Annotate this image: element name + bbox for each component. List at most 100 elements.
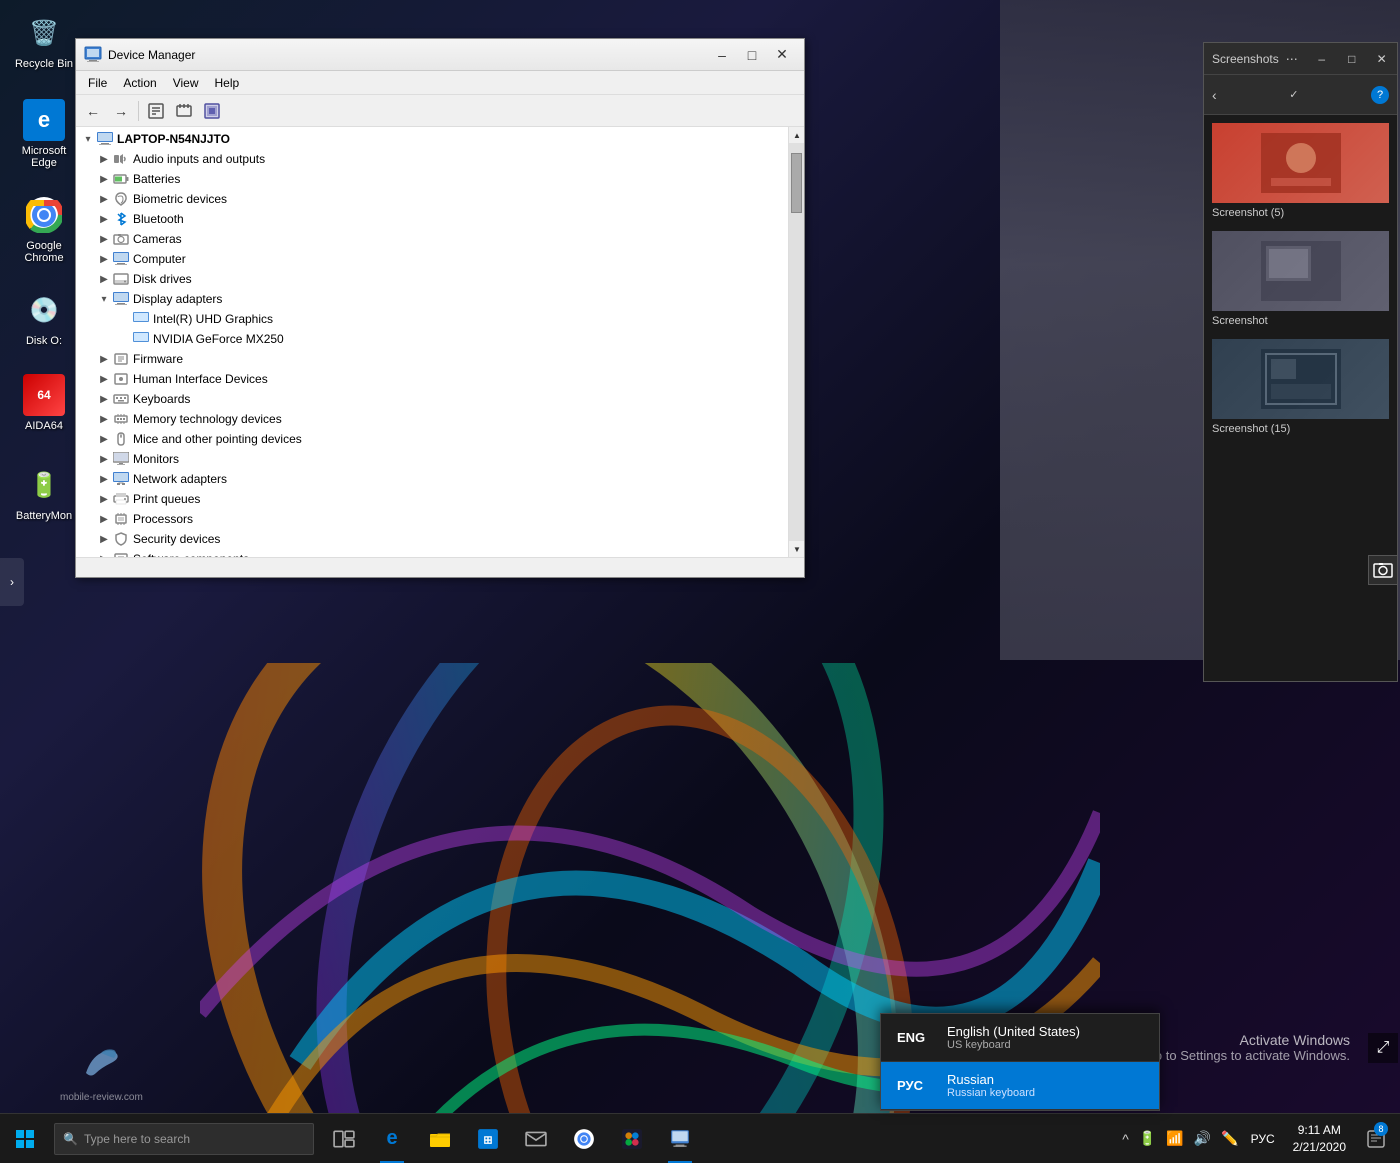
tree-item-biometric[interactable]: ▶ Biometric devices: [76, 189, 788, 209]
store-button[interactable]: ⊞: [466, 1114, 510, 1163]
security-expander[interactable]: ▶: [96, 531, 112, 547]
tree-item-display[interactable]: ▾ Display adapters: [76, 289, 788, 309]
scroll-up-arrow[interactable]: ▲: [789, 127, 804, 143]
desktop-icon-recycle-bin[interactable]: 🗑️ Recycle Bin: [8, 8, 80, 74]
volume-tray-icon[interactable]: 🔊: [1192, 1130, 1213, 1147]
tree-item-software-components[interactable]: ▶ Software components: [76, 549, 788, 557]
batteries-expander[interactable]: ▶: [96, 171, 112, 187]
tree-item-monitors[interactable]: ▶ Monitors: [76, 449, 788, 469]
taskbar-search-bar[interactable]: 🔍 Type here to search: [54, 1123, 314, 1155]
menu-action[interactable]: Action: [115, 74, 164, 92]
minimize-button[interactable]: –: [708, 43, 736, 67]
wifi-tray-icon[interactable]: 📶: [1164, 1130, 1185, 1147]
tree-item-cameras[interactable]: ▶ Cameras: [76, 229, 788, 249]
lang-item-english[interactable]: ENG English (United States) US keyboard: [881, 1014, 1159, 1062]
tree-item-processors[interactable]: ▶ Processors: [76, 509, 788, 529]
photos-taskbar-button[interactable]: [610, 1114, 654, 1163]
forward-button[interactable]: →: [108, 98, 134, 124]
mice-expander[interactable]: ▶: [96, 431, 112, 447]
desktop-icon-edge[interactable]: e Microsoft Edge: [8, 95, 80, 173]
maximize-button[interactable]: □: [738, 43, 766, 67]
properties-button[interactable]: [143, 98, 169, 124]
sidebar-expand-button[interactable]: ›: [0, 558, 24, 606]
menu-view[interactable]: View: [165, 74, 207, 92]
scroll-down-arrow[interactable]: ▼: [789, 541, 804, 557]
photos-help-icon[interactable]: ?: [1371, 86, 1389, 104]
monitors-expander[interactable]: ▶: [96, 451, 112, 467]
chrome-taskbar-button[interactable]: [562, 1114, 606, 1163]
tree-item-print[interactable]: ▶ Print queues: [76, 489, 788, 509]
tree-item-hid[interactable]: ▶ Human Interface Devices: [76, 369, 788, 389]
photos-nav-back[interactable]: ‹: [1212, 87, 1217, 103]
tree-item-keyboards[interactable]: ▶ Keyboards: [76, 389, 788, 409]
menu-help[interactable]: Help: [207, 74, 248, 92]
tree-item-audio[interactable]: ▶ Audio inputs and outputs: [76, 149, 788, 169]
update-driver-button[interactable]: [171, 98, 197, 124]
desktop-icon-batterymon[interactable]: 🔋 BatteryMon: [8, 460, 80, 526]
taskview-button[interactable]: [322, 1114, 366, 1163]
keyboards-expander[interactable]: ▶: [96, 391, 112, 407]
language-popup[interactable]: ENG English (United States) US keyboard …: [880, 1013, 1160, 1111]
pen-tray-icon[interactable]: ✏️: [1219, 1130, 1240, 1147]
firmware-label: Firmware: [133, 352, 183, 366]
hid-expander[interactable]: ▶: [96, 371, 112, 387]
memory-expander[interactable]: ▶: [96, 411, 112, 427]
battery-tray-icon[interactable]: 🔋: [1137, 1130, 1158, 1147]
expand-photos-button[interactable]: ⤢: [1368, 1033, 1398, 1063]
tree-item-intel-gpu[interactable]: Intel(R) UHD Graphics: [76, 309, 788, 329]
systray-chevron[interactable]: ^: [1120, 1131, 1131, 1147]
device-tree[interactable]: ▾ LAPTOP-N54NJJTO ▶: [76, 127, 788, 557]
language-indicator[interactable]: РУС: [1247, 1132, 1279, 1146]
tree-item-computer[interactable]: ▶ Computer: [76, 249, 788, 269]
processors-expander[interactable]: ▶: [96, 511, 112, 527]
network-expander[interactable]: ▶: [96, 471, 112, 487]
file-explorer-button[interactable]: [418, 1114, 462, 1163]
screenshot-button[interactable]: [1368, 555, 1398, 585]
start-button[interactable]: [0, 1114, 50, 1163]
disk-expander[interactable]: ▶: [96, 271, 112, 287]
scan-button[interactable]: [199, 98, 225, 124]
tree-item-network[interactable]: ▶ Network adapters: [76, 469, 788, 489]
computer-expander[interactable]: ▶: [96, 251, 112, 267]
photos-minimize-button[interactable]: –: [1309, 47, 1335, 71]
mail-button[interactable]: [514, 1114, 558, 1163]
audio-expander[interactable]: ▶: [96, 151, 112, 167]
screenshot-5-thumb[interactable]: [1212, 123, 1389, 203]
screenshot-15-thumb[interactable]: [1212, 339, 1389, 419]
notification-center-button[interactable]: 8: [1360, 1114, 1392, 1163]
display-expander[interactable]: ▾: [96, 291, 112, 307]
close-button[interactable]: ✕: [768, 43, 796, 67]
tree-item-security[interactable]: ▶ Security devices: [76, 529, 788, 549]
photos-more-button[interactable]: ⋯: [1279, 47, 1305, 71]
scrollbar-track[interactable]: [789, 143, 804, 541]
back-button[interactable]: ←: [80, 98, 106, 124]
photos-maximize-button[interactable]: □: [1339, 47, 1365, 71]
tree-item-disk[interactable]: ▶ Disk drives: [76, 269, 788, 289]
edge-taskbar-button[interactable]: e: [370, 1114, 414, 1163]
tree-item-mice[interactable]: ▶ Mice and other pointing devices: [76, 429, 788, 449]
tree-item-bluetooth[interactable]: ▶ Bluetooth: [76, 209, 788, 229]
scrollbar-thumb[interactable]: [791, 153, 802, 213]
print-expander[interactable]: ▶: [96, 491, 112, 507]
lang-item-russian[interactable]: РУС Russian Russian keyboard: [881, 1062, 1159, 1110]
desktop-icon-aida64[interactable]: 64 AIDA64: [8, 370, 80, 436]
biometric-expander[interactable]: ▶: [96, 191, 112, 207]
desktop-icon-chrome[interactable]: Google Chrome: [8, 190, 80, 268]
firmware-expander[interactable]: ▶: [96, 351, 112, 367]
screenshot-thumb[interactable]: [1212, 231, 1389, 311]
cameras-expander[interactable]: ▶: [96, 231, 112, 247]
tree-item-memory-tech[interactable]: ▶: [76, 409, 788, 429]
bluetooth-expander[interactable]: ▶: [96, 211, 112, 227]
taskbar-clock[interactable]: 9:11 AM 2/21/2020: [1285, 1122, 1354, 1156]
root-expander[interactable]: ▾: [80, 131, 96, 147]
tree-scrollbar[interactable]: ▲ ▼: [788, 127, 804, 557]
menu-file[interactable]: File: [80, 74, 115, 92]
expand-icon: ⤢: [1377, 1039, 1390, 1057]
tree-item-firmware[interactable]: ▶ Firmware: [76, 349, 788, 369]
photos-close-button[interactable]: ✕: [1369, 47, 1395, 71]
tree-item-nvidia[interactable]: NVIDIA GeForce MX250: [76, 329, 788, 349]
device-manager-taskbar-button[interactable]: [658, 1114, 702, 1163]
tree-item-batteries[interactable]: ▶ Batteries: [76, 169, 788, 189]
tree-root[interactable]: ▾ LAPTOP-N54NJJTO: [76, 129, 788, 149]
desktop-icon-disk[interactable]: 💿 Disk O:: [8, 285, 80, 351]
